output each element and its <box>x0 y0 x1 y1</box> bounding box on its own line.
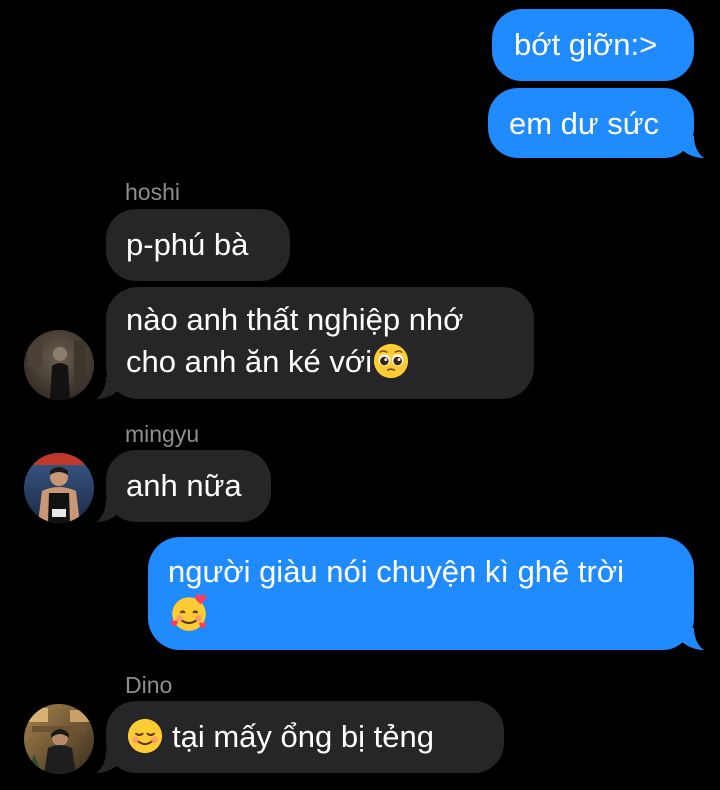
sender-name-mingyu: mingyu <box>125 421 200 447</box>
pleading-face-emoji-icon <box>373 343 409 378</box>
message-text: anh nữa <box>126 468 242 503</box>
sender-name-dino: Dino <box>125 672 173 698</box>
relieved-smiling-face-emoji-icon <box>127 718 163 753</box>
outgoing-message-bubble[interactable]: bớt giỡn:> <box>492 9 694 81</box>
bubble-tail <box>680 136 704 158</box>
message-text-line: nào anh thất nghiệp nhớ <box>126 302 464 337</box>
smiling-face-with-hearts-emoji-icon <box>170 594 207 631</box>
sender-name-hoshi: hoshi <box>125 179 180 205</box>
message-text-line: người giàu nói chuyện kì ghê trời <box>168 554 625 589</box>
message-text-line: cho anh ăn ké với <box>126 344 373 379</box>
outgoing-message-bubble[interactable]: em dư sức <box>488 88 694 158</box>
incoming-message-bubble[interactable]: p-phú bà <box>106 209 290 281</box>
avatar-mingyu[interactable] <box>24 453 94 523</box>
outgoing-message-bubble[interactable]: người giàu nói chuyện kì ghê trời <box>148 537 694 650</box>
incoming-message-bubble[interactable]: anh nữa <box>106 450 271 522</box>
message-text: tại mấy ổng bị tẻng <box>172 719 434 754</box>
bubble-tail <box>96 377 120 399</box>
message-text: bớt giỡn:> <box>514 27 658 62</box>
avatar-dino[interactable] <box>24 704 94 774</box>
bubble-tail <box>96 751 120 773</box>
incoming-message-bubble[interactable]: tại mấy ổng bị tẻng <box>106 701 504 773</box>
avatar-hoshi[interactable] <box>24 330 94 400</box>
message-text: em dư sức <box>509 106 660 141</box>
bubble-tail <box>96 500 120 522</box>
incoming-message-bubble[interactable]: nào anh thất nghiệp nhớ cho anh ăn ké vớ… <box>106 287 534 399</box>
message-text: p-phú bà <box>126 227 249 262</box>
bubble-tail <box>680 628 704 650</box>
